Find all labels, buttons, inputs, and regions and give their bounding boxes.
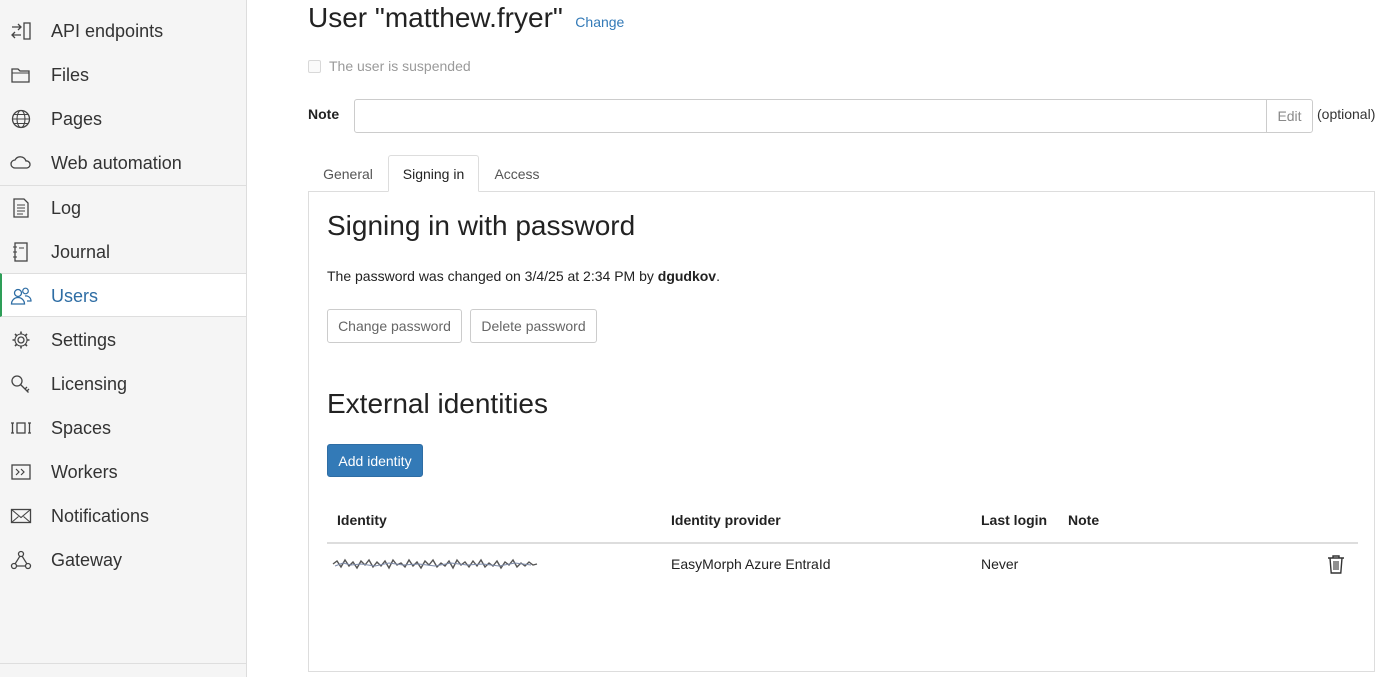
sidebar-item-label: Settings (51, 330, 117, 350)
note-label: Note (308, 106, 340, 122)
tab-access[interactable]: Access (479, 155, 555, 192)
sidebar-item-label: Log (51, 198, 82, 218)
sidebar-item-files[interactable]: Files (0, 53, 246, 97)
password-changed-prefix: The password was changed on 3/4/25 at 2:… (327, 268, 658, 284)
column-header-note: Note (1068, 512, 1100, 528)
envelope-icon (10, 506, 32, 526)
tab-general[interactable]: General (308, 155, 388, 192)
sidebar-item-spaces[interactable]: Spaces (0, 406, 246, 450)
folder-icon (10, 65, 32, 85)
note-optional-hint: (optional) (1317, 106, 1376, 122)
suspended-checkbox[interactable] (308, 59, 321, 73)
last-login-cell: Never (981, 556, 1019, 572)
signing-in-panel: Signing in with password The password wa… (308, 191, 1375, 672)
table-header-divider (327, 542, 1358, 544)
sidebar-item-log[interactable]: Log (0, 186, 246, 230)
sidebar-item-web-automation[interactable]: Web automation (0, 141, 246, 185)
sidebar-item-gateway[interactable]: Gateway (0, 538, 246, 582)
log-document-icon (10, 198, 32, 218)
sidebar-item-label: Web automation (51, 153, 182, 173)
change-password-button[interactable]: Change password (327, 309, 462, 343)
suspended-option: The user is suspended (308, 58, 471, 74)
column-header-last-login: Last login (981, 512, 1048, 528)
sidebar-item-settings[interactable]: Settings (0, 318, 246, 362)
key-icon (10, 374, 32, 394)
column-header-identity: Identity (337, 512, 387, 528)
note-edit-button[interactable]: Edit (1266, 99, 1313, 133)
delete-password-button[interactable]: Delete password (470, 309, 597, 343)
sidebar-item-label: Workers (51, 462, 118, 482)
cloud-icon (10, 153, 32, 173)
sidebar-item-label: Journal (51, 242, 111, 262)
sidebar: API endpoints Files Pages Web automation… (0, 0, 247, 677)
sidebar-item-label: Users (51, 286, 99, 306)
tab-signing-in[interactable]: Signing in (388, 155, 479, 192)
sidebar-item-label: Pages (51, 109, 103, 129)
sidebar-item-label: Spaces (51, 418, 112, 438)
sidebar-item-label: Files (51, 65, 90, 85)
api-endpoints-icon (10, 21, 32, 41)
suspended-label: The user is suspended (329, 58, 471, 74)
sidebar-item-api-endpoints[interactable]: API endpoints (0, 9, 246, 53)
users-icon (10, 286, 32, 306)
page-header: User "matthew.fryer" Change (308, 2, 624, 34)
journal-icon (10, 242, 32, 262)
gateway-icon (10, 550, 32, 570)
sidebar-item-label: API endpoints (51, 21, 164, 41)
globe-icon (10, 109, 32, 129)
password-changed-by: dgudkov (657, 268, 717, 284)
password-section-heading: Signing in with password (327, 210, 636, 241)
sidebar-item-label: Gateway (51, 550, 123, 570)
password-changed-suffix: . (716, 268, 720, 284)
identity-provider-cell: EasyMorph Azure EntraId (671, 556, 831, 572)
add-identity-button[interactable]: Add identity (327, 444, 423, 477)
column-header-identity-provider: Identity provider (671, 512, 781, 528)
sidebar-item-licensing[interactable]: Licensing (0, 362, 246, 406)
sidebar-item-label: Licensing (51, 374, 128, 394)
sidebar-item-pages[interactable]: Pages (0, 97, 246, 141)
change-username-link[interactable]: Change (575, 14, 624, 30)
sidebar-item-users[interactable]: Users (0, 273, 246, 317)
sidebar-item-journal[interactable]: Journal (0, 230, 246, 274)
gear-icon (10, 330, 32, 350)
sidebar-item-label: Notifications (51, 506, 150, 526)
workers-icon (10, 462, 32, 482)
note-input[interactable] (354, 99, 1267, 133)
password-changed-text: The password was changed on 3/4/25 at 2:… (327, 268, 720, 284)
sidebar-item-workers[interactable]: Workers (0, 450, 246, 494)
page-title: User "matthew.fryer" (308, 2, 563, 33)
external-identities-heading: External identities (327, 388, 549, 419)
redacted-identity (332, 558, 538, 570)
spaces-icon (10, 418, 32, 438)
sidebar-item-notifications[interactable]: Notifications (0, 494, 246, 538)
sidebar-divider (0, 663, 246, 664)
delete-identity-icon[interactable] (1327, 554, 1345, 574)
